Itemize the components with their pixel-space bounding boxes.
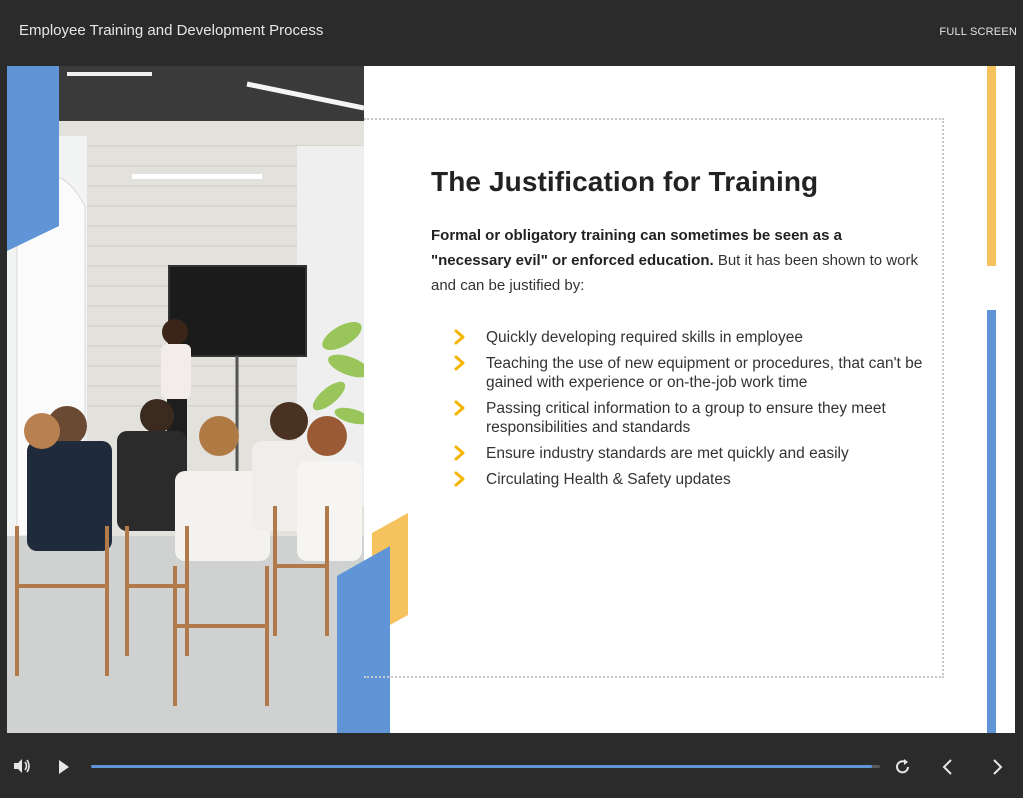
list-item-text: Teaching the use of new equipment or pro…: [486, 355, 923, 391]
chevron-right-icon[interactable]: [990, 758, 1004, 776]
player-controls: [0, 733, 1023, 798]
list-item: Passing critical information to a group …: [453, 399, 923, 437]
classroom-photo: [7, 66, 364, 733]
chevron-left-icon[interactable]: [941, 758, 955, 776]
chevron-right-icon: [454, 355, 465, 371]
player-header: Employee Training and Development Proces…: [0, 0, 1023, 66]
replay-icon[interactable]: [894, 758, 912, 776]
fullscreen-button[interactable]: FULL SCREEN: [939, 26, 1017, 38]
accent-bar-yellow: [987, 66, 996, 266]
play-icon[interactable]: [57, 759, 71, 775]
chevron-right-icon: [454, 471, 465, 487]
list-item: Circulating Health & Safety updates: [453, 470, 923, 489]
list-item: Quickly developing required skills in em…: [453, 328, 923, 347]
course-title: Employee Training and Development Proces…: [19, 22, 324, 39]
progress-fill: [91, 765, 873, 768]
slide: The Justification for Training Formal or…: [7, 66, 1015, 733]
volume-icon[interactable]: [13, 758, 31, 774]
list-item: Teaching the use of new equipment or pro…: [453, 354, 923, 392]
slide-heading: The Justification for Training: [431, 166, 819, 197]
chevron-right-icon: [454, 329, 465, 345]
chevron-right-icon: [454, 445, 465, 461]
chevron-right-icon: [454, 400, 465, 416]
list-item-text: Ensure industry standards are met quickl…: [486, 445, 849, 462]
list-item-text: Circulating Health & Safety updates: [486, 471, 731, 488]
accent-bar-blue: [987, 310, 996, 733]
list-item-text: Passing critical information to a group …: [486, 400, 886, 436]
progress-bar[interactable]: [91, 765, 880, 768]
list-item-text: Quickly developing required skills in em…: [486, 329, 804, 346]
slide-intro: Formal or obligatory training can someti…: [431, 223, 921, 298]
list-item: Ensure industry standards are met quickl…: [453, 444, 923, 463]
bullet-list: Quickly developing required skills in em…: [453, 328, 923, 496]
